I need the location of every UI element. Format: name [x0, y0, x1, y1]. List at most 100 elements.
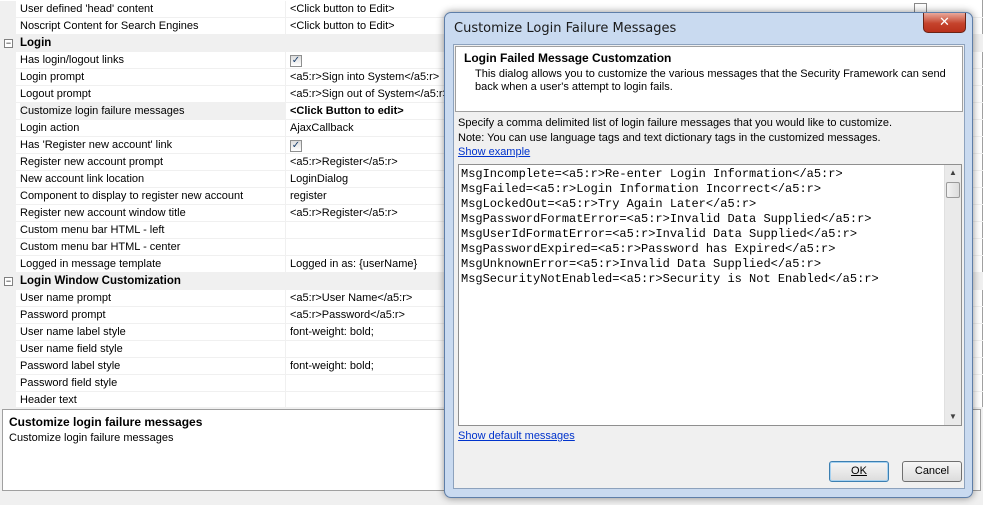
row-gutter	[0, 341, 16, 358]
row-gutter	[0, 392, 16, 409]
property-value[interactable]: <a5:r>Sign into System</a5:r>	[290, 69, 450, 86]
row-gutter	[0, 188, 16, 205]
property-name[interactable]: Component to display to register new acc…	[20, 188, 286, 205]
row-gutter	[0, 154, 16, 171]
property-name[interactable]: Register new account window title	[20, 205, 286, 222]
property-value[interactable]: register	[290, 188, 450, 205]
property-value[interactable]: <a5:r>Sign out of System</a5:r>	[290, 86, 450, 103]
property-name[interactable]: Login action	[20, 120, 286, 137]
property-name[interactable]: Register new account prompt	[20, 154, 286, 171]
scroll-down-arrow-icon[interactable]: ▼	[945, 409, 961, 425]
property-name[interactable]: Noscript Content for Search Engines	[20, 18, 286, 35]
cancel-button[interactable]: Cancel	[902, 461, 962, 482]
messages-text[interactable]: MsgIncomplete=<a5:r>Re-enter Login Infor…	[461, 167, 945, 287]
show-example-link[interactable]: Show example	[458, 146, 530, 158]
row-gutter	[0, 86, 16, 103]
customize-login-failure-dialog: Customize Login Failure Messages ✕ Login…	[444, 12, 973, 498]
property-name[interactable]: Password field style	[20, 375, 286, 392]
row-gutter	[0, 307, 16, 324]
ok-label: OK	[851, 465, 867, 477]
property-value[interactable]: ✓	[290, 52, 450, 69]
vertical-scrollbar[interactable]: ▲ ▼	[944, 165, 961, 425]
dialog-header-panel: Login Failed Message Customzation This d…	[455, 46, 963, 112]
property-name[interactable]: Custom menu bar HTML - center	[20, 239, 286, 256]
property-name[interactable]: Logout prompt	[20, 86, 286, 103]
message-line: MsgPasswordExpired=<a5:r>Password has Ex…	[461, 242, 836, 256]
ok-button[interactable]: OK	[829, 461, 889, 482]
message-line: MsgLockedOut=<a5:r>Try Again Later</a5:r…	[461, 197, 757, 211]
property-name[interactable]: User name label style	[20, 324, 286, 341]
row-gutter	[0, 171, 16, 188]
instruction-line-2: Note: You can use language tags and text…	[458, 132, 881, 144]
property-name[interactable]: User defined 'head' content	[20, 1, 286, 18]
checkbox-checked[interactable]: ✓	[290, 140, 302, 152]
property-name[interactable]: Custom menu bar HTML - left	[20, 222, 286, 239]
property-value[interactable]: <Click button to Edit>	[290, 1, 450, 18]
header-text: This dialog allows you to customize the …	[475, 68, 946, 93]
row-gutter	[0, 324, 16, 341]
dialog-title: Customize Login Failure Messages	[454, 21, 677, 36]
property-value[interactable]: <a5:r>Register</a5:r>	[290, 205, 450, 222]
show-default-messages-link[interactable]: Show default messages	[458, 430, 575, 442]
close-icon: ✕	[939, 14, 950, 29]
property-value[interactable]	[290, 375, 450, 392]
collapse-icon[interactable]: −	[4, 277, 13, 286]
property-value[interactable]	[290, 222, 450, 239]
property-name[interactable]: Customize login failure messages	[20, 103, 286, 120]
message-line: MsgSecurityNotEnabled=<a5:r>Security is …	[461, 272, 879, 286]
category-label: Login Window Customization	[20, 275, 181, 287]
property-name[interactable]: Password prompt	[20, 307, 286, 324]
property-value[interactable]	[290, 341, 450, 358]
property-value[interactable]: <a5:r>Register</a5:r>	[290, 154, 450, 171]
row-gutter	[0, 120, 16, 137]
message-line: MsgUserIdFormatError=<a5:r>Invalid Data …	[461, 227, 858, 241]
message-line: MsgUnknownError=<a5:r>Invalid Data Suppl…	[461, 257, 822, 271]
property-value[interactable]	[290, 392, 450, 409]
instructions: Specify a comma delimited list of login …	[458, 116, 958, 146]
property-value[interactable]	[290, 239, 450, 256]
row-gutter	[0, 18, 16, 35]
row-gutter	[0, 137, 16, 154]
row-gutter	[0, 205, 16, 222]
property-value[interactable]: <Click button to Edit>	[290, 18, 450, 35]
property-name[interactable]: New account link location	[20, 171, 286, 188]
row-gutter	[0, 222, 16, 239]
row-gutter	[0, 1, 16, 18]
collapse-icon[interactable]: −	[4, 39, 13, 48]
row-gutter	[0, 256, 16, 273]
property-value[interactable]: ✓	[290, 137, 450, 154]
scroll-up-arrow-icon[interactable]: ▲	[945, 165, 961, 181]
message-line: MsgPasswordFormatError=<a5:r>Invalid Dat…	[461, 212, 872, 226]
header-title: Login Failed Message Customzation	[464, 51, 672, 65]
property-value[interactable]: AjaxCallback	[290, 120, 450, 137]
message-line: MsgIncomplete=<a5:r>Re-enter Login Infor…	[461, 167, 843, 181]
checkbox-checked[interactable]: ✓	[290, 55, 302, 67]
property-value[interactable]: <a5:r>User Name</a5:r>	[290, 290, 450, 307]
property-value[interactable]: <a5:r>Password</a5:r>	[290, 307, 450, 324]
description-title: Customize login failure messages	[9, 415, 203, 429]
instruction-line-1: Specify a comma delimited list of login …	[458, 117, 893, 129]
messages-textarea[interactable]: MsgIncomplete=<a5:r>Re-enter Login Infor…	[458, 164, 962, 426]
property-value[interactable]: LoginDialog	[290, 171, 450, 188]
property-value[interactable]: Logged in as: {userName}	[290, 256, 450, 273]
message-line: MsgFailed=<a5:r>Login Information Incorr…	[461, 182, 822, 196]
description-body: Customize login failure messages	[9, 432, 174, 444]
category-label: Login	[20, 37, 52, 49]
property-name[interactable]: User name field style	[20, 341, 286, 358]
property-name[interactable]: Login prompt	[20, 69, 286, 86]
scroll-thumb[interactable]	[946, 182, 960, 198]
row-gutter	[0, 239, 16, 256]
property-value[interactable]: font-weight: bold;	[290, 324, 450, 341]
property-name[interactable]: Has login/logout links	[20, 52, 286, 69]
cancel-label: Cancel	[914, 465, 950, 477]
property-name[interactable]: Password label style	[20, 358, 286, 375]
property-value[interactable]: <Click Button to edit>	[290, 103, 450, 120]
row-gutter	[0, 290, 16, 307]
close-button[interactable]: ✕	[923, 13, 966, 33]
property-name[interactable]: Has 'Register new account' link	[20, 137, 286, 154]
property-value[interactable]: font-weight: bold;	[290, 358, 450, 375]
property-name[interactable]: Logged in message template	[20, 256, 286, 273]
row-gutter	[0, 375, 16, 392]
property-name[interactable]: User name prompt	[20, 290, 286, 307]
property-name[interactable]: Header text	[20, 392, 286, 409]
